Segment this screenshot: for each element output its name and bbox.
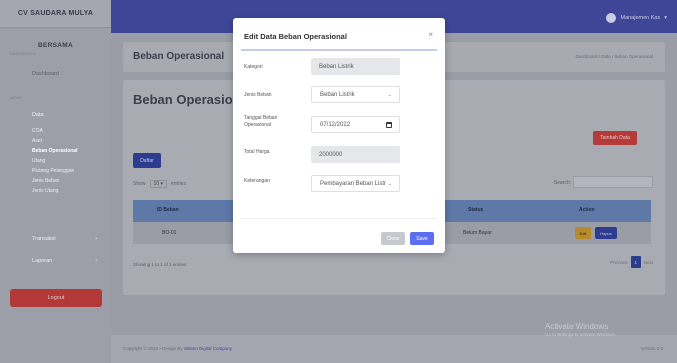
sidebar-item-beban-operasional[interactable]: Beban Operasional <box>0 146 111 156</box>
total-harga-field: 2000000 <box>311 146 400 163</box>
modal-header: Edit Data Beban Operasional × <box>233 18 445 50</box>
close-icon[interactable]: × <box>428 30 433 39</box>
add-data-button[interactable]: Tambah Data <box>593 131 637 145</box>
chevron-right-icon: › <box>95 236 97 242</box>
edit-button[interactable]: Edit <box>575 227 591 239</box>
cell-status: Belum Bayar <box>463 230 492 236</box>
search-label: Search: <box>553 180 571 186</box>
page-title: Beban Operasional <box>133 51 225 62</box>
sidebar-item-laporan[interactable]: Laporan › <box>0 258 111 264</box>
total-harga-label: Total Harga <box>244 149 270 155</box>
sidebar-item-jenis-utang[interactable]: Jenis Utang <box>0 186 111 196</box>
sidebar-item-dashboard[interactable]: Dashboard <box>0 71 59 77</box>
tanggal-value: 07/12/2022 <box>320 121 351 128</box>
column-header[interactable]: Status <box>468 207 483 213</box>
footer: Copyright © 2022 • Design By Sistem Digi… <box>111 335 677 363</box>
keterangan-select[interactable]: Pembayaran Beban Listr ⌄ <box>311 175 400 192</box>
entries-select[interactable]: 10 ▾ <box>149 180 167 188</box>
sidebar: CV SAUDARA MULYA BERSAMA DASHBOARD Dashb… <box>0 0 111 363</box>
sidebar-item-coa[interactable]: COA <box>0 126 111 136</box>
search-input[interactable] <box>573 176 653 188</box>
chevron-down-icon: ⌄ <box>387 180 392 187</box>
sidebar-title: BERSAMA <box>38 42 73 49</box>
save-button[interactable]: Save <box>410 232 434 245</box>
sidebar-section-menu: MENU <box>10 95 22 100</box>
next-page-button[interactable]: Next <box>644 260 653 265</box>
windows-activation: Activate Windows Go to Settings to activ… <box>545 322 616 337</box>
breadcrumb[interactable]: Dashboard / Data / Beban Operasional <box>575 54 653 59</box>
version-label: Version 2.0 <box>640 346 663 351</box>
user-name: Manajemen Kas <box>620 15 661 21</box>
chevron-down-icon: ▾ <box>664 15 667 21</box>
user-menu[interactable]: Manajemen Kas ▾ <box>606 13 667 23</box>
tanggal-label: Tanggal Beban Operasional <box>244 115 278 128</box>
prev-page-button[interactable]: Previous <box>610 260 628 265</box>
kategori-field: Beban Listrik <box>311 58 400 75</box>
cell-id: BO-01 <box>162 230 177 236</box>
sidebar-item-transaksi-label: Transaksi <box>32 236 56 242</box>
jenis-beban-select[interactable]: Beban Listrik ⌄ <box>311 86 400 103</box>
modal-footer-divider <box>241 218 437 219</box>
modal-title: Edit Data Beban Operasional <box>244 32 347 41</box>
show-label: Show <box>133 181 146 187</box>
avatar-icon <box>606 13 617 23</box>
close-button[interactable]: Close <box>381 232 405 245</box>
sidebar-data-submenu: COA Aset Beban Operasional Utang Piutang… <box>0 126 111 196</box>
sidebar-item-piutang[interactable]: Piutang Pelanggan <box>0 166 111 176</box>
column-header[interactable]: Action <box>579 207 595 213</box>
sidebar-item-data[interactable]: Data <box>0 112 44 118</box>
pagination: Previous 1 Next <box>610 256 653 268</box>
jenis-beban-value: Beban Listrik <box>320 91 355 98</box>
chevron-right-icon: › <box>95 258 97 264</box>
tanggal-input[interactable]: 07/12/2022 <box>311 116 400 133</box>
entries-label: entries <box>170 181 186 187</box>
sidebar-subtitle: DASHBOARD <box>10 51 36 56</box>
sidebar-item-jenis-beban[interactable]: Jenis Beban <box>0 176 111 186</box>
page-button[interactable]: 1 <box>630 256 641 268</box>
modal-divider <box>241 49 437 51</box>
calendar-icon[interactable] <box>386 121 392 128</box>
delete-button[interactable]: Hapus <box>595 227 617 239</box>
footer-link[interactable]: Sistem Digital Company <box>184 346 232 351</box>
chevron-down-icon: ⌄ <box>387 91 392 98</box>
daftar-button[interactable]: Daftar <box>133 153 161 168</box>
keterangan-value: Pembayaran Beban Listr <box>320 180 387 187</box>
activate-title: Activate Windows <box>545 322 609 331</box>
sidebar-item-laporan-label: Laporan <box>32 258 53 264</box>
footer-copyright: Copyright © 2022 • Design By <box>123 346 183 351</box>
edit-modal: Edit Data Beban Operasional × Kategori B… <box>233 18 445 253</box>
kategori-label: Kategori <box>244 64 263 70</box>
logout-button[interactable]: Logout <box>10 289 102 307</box>
sidebar-item-utang[interactable]: Utang <box>0 156 111 166</box>
keterangan-label: Keterangan <box>244 178 270 184</box>
activate-subtitle: Go to Settings to activate Windows. <box>545 332 617 337</box>
sidebar-item-aset[interactable]: Aset <box>0 136 111 146</box>
footer-text: Copyright © 2022 • Design By Sistem Digi… <box>123 346 232 351</box>
jenis-beban-label: Jenis Beban <box>244 92 272 98</box>
sidebar-item-transaksi[interactable]: Transaksi › <box>0 236 111 242</box>
company-name: CV SAUDARA MULYA <box>0 0 111 28</box>
entries-control: Show 10 ▾ entries <box>133 180 186 188</box>
column-header[interactable]: ID Beban <box>157 207 179 213</box>
showing-info: Showing 1 to 1 of 1 entries <box>133 262 187 267</box>
